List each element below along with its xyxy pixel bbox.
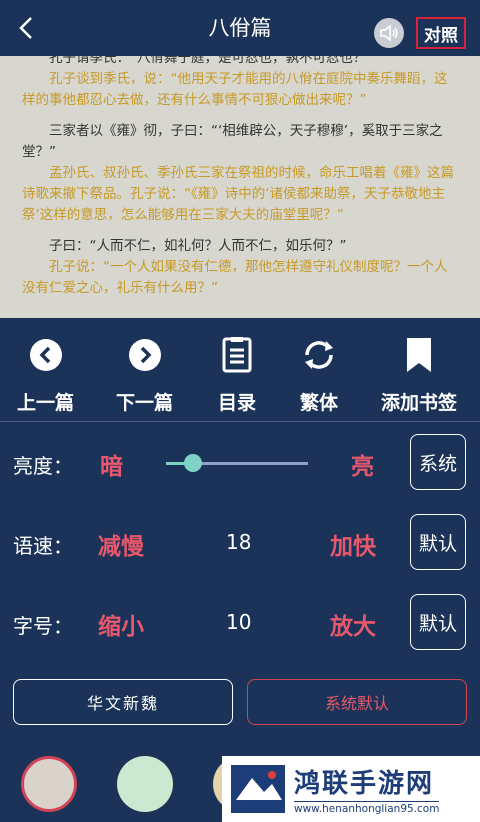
dark-label: 暗 — [100, 454, 123, 480]
page-title: 八佾篇 — [208, 16, 272, 40]
bright-label: 亮 — [351, 454, 374, 480]
brightness-label: 亮度： — [13, 454, 73, 478]
prev-chapter-button[interactable]: 上一篇 — [17, 336, 74, 415]
font-size-label: 字号： — [13, 614, 73, 638]
speech-rate-label: 语速： — [13, 534, 73, 558]
brightness-row: 亮度： 暗 亮 系统 — [0, 432, 480, 492]
translation-text: 孔子说：“一个人如果没有仁德，那他怎样遵守礼仪制度呢？一个人没有仁爱之心，礼乐有… — [22, 259, 448, 296]
next-chapter-button[interactable]: 下一篇 — [116, 336, 173, 415]
original-text: 孔子谓季氏：“八佾舞于庭，是可忍也，孰不可忍也？” — [49, 56, 374, 66]
faster-button[interactable]: 加快 — [330, 527, 376, 561]
speaker-button[interactable] — [374, 18, 404, 48]
bg-color-swatch[interactable] — [21, 756, 77, 812]
smaller-button[interactable]: 缩小 — [98, 607, 144, 641]
system-brightness-button[interactable]: 系统 — [410, 434, 466, 490]
brightness-slider-thumb[interactable] — [183, 454, 202, 472]
translation-text: 孟孙氏、叔孙氏、季孙氏三家在祭祖的时候，命乐工唱着《雍》这篇诗歌来撤下祭品。孔子… — [22, 165, 454, 223]
font-system-button[interactable]: 系统默认 — [247, 679, 467, 725]
prev-chapter-label: 上一篇 — [17, 392, 75, 414]
original-text: 子曰：“人而不仁，如礼何？人而不仁，如乐何？” — [49, 238, 347, 254]
translation-text: 孔子谈到季氏，说：“他用天子才能用的八佾在庭院中奏乐舞蹈，这样的事他都忍心去做，… — [22, 71, 448, 108]
document-list-icon — [222, 337, 252, 373]
circle-chevron-left-icon — [29, 339, 62, 371]
bookmark-icon — [407, 338, 431, 372]
speaker-icon — [380, 24, 398, 42]
font-size-value: 10 — [226, 610, 252, 634]
speech-rate-value: 18 — [226, 530, 252, 554]
traditional-label: 繁体 — [300, 392, 339, 414]
toc-button[interactable]: 目录 — [218, 336, 256, 415]
font-huawen-button[interactable]: 华文新魏 — [13, 679, 233, 725]
refresh-icon — [305, 341, 333, 369]
default-font-size-button[interactable]: 默认 — [410, 594, 466, 650]
reading-area[interactable]: 孔子谓季氏：“八佾舞于庭，是可忍也，孰不可忍也？” 孔子谈到季氏，说：“他用天子… — [0, 56, 480, 318]
default-speed-button[interactable]: 默认 — [410, 514, 466, 570]
original-text: 三家者以《雍》彻，子曰：“‘相维辟公，天子穆穆’，奚取于三家之堂？” — [22, 123, 443, 160]
compare-button[interactable]: 对照 — [416, 17, 466, 49]
chapter-nav: 上一篇 下一篇 目录 繁体 添加书签 — [0, 318, 480, 422]
traditional-button[interactable]: 繁体 — [300, 336, 338, 415]
add-bookmark-button[interactable]: 添加书签 — [381, 336, 457, 415]
top-bar: 八佾篇 对照 — [0, 0, 480, 56]
toc-label: 目录 — [218, 392, 257, 414]
font-size-row: 字号： 缩小 10 放大 默认 — [0, 592, 480, 652]
watermark-url: www.henanhonglian95.com — [294, 801, 440, 815]
watermark: 鸿联手游网 www.henanhonglian95.com — [222, 756, 480, 822]
add-bookmark-label: 添加书签 — [381, 392, 458, 414]
slower-button[interactable]: 减慢 — [98, 527, 144, 561]
watermark-name: 鸿联手游网 — [294, 769, 435, 799]
circle-chevron-right-icon — [128, 339, 161, 371]
bg-color-swatch[interactable] — [117, 756, 173, 812]
divider — [0, 421, 480, 422]
speech-rate-row: 语速： 减慢 18 加快 默认 — [0, 512, 480, 572]
bigger-button[interactable]: 放大 — [330, 607, 376, 641]
next-chapter-label: 下一篇 — [116, 392, 174, 414]
watermark-logo-icon — [231, 765, 285, 813]
